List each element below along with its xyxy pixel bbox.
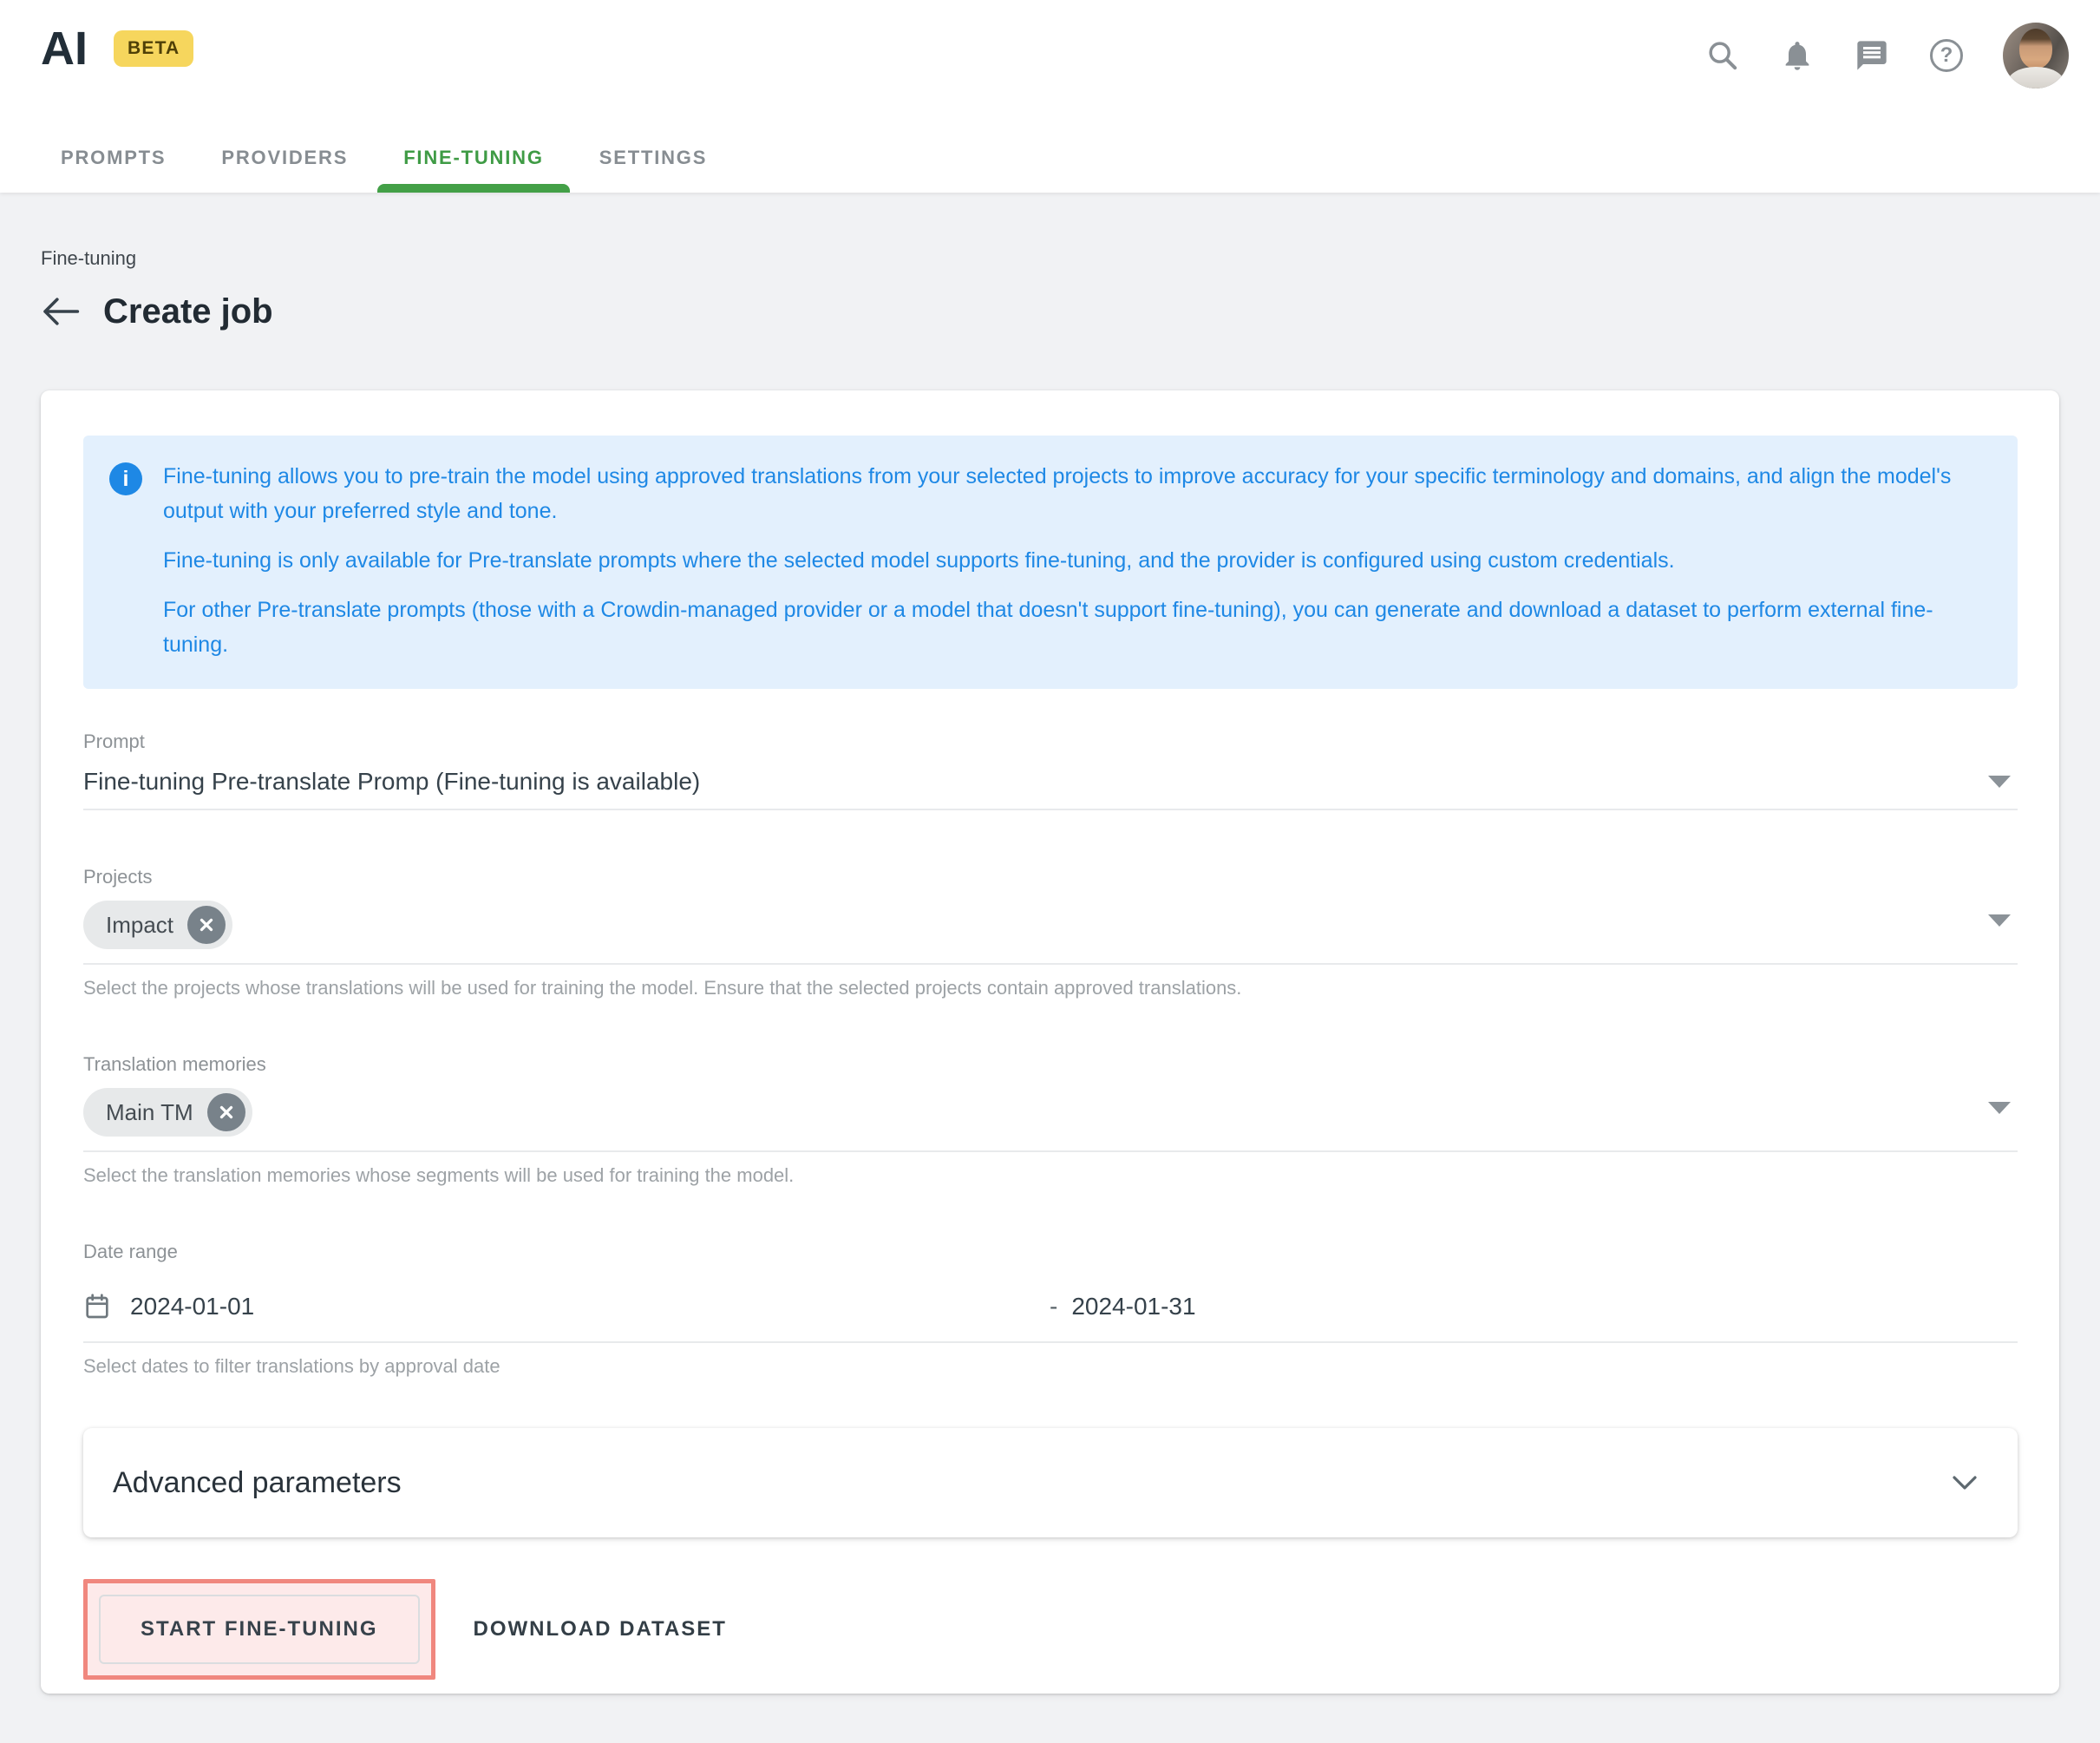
- search-icon[interactable]: [1704, 37, 1741, 74]
- annotation-highlight: START FINE-TUNING: [83, 1579, 435, 1680]
- date-range-label: Date range: [83, 1241, 2018, 1263]
- field-underline: [83, 963, 2018, 965]
- date-end-value: 2024-01-31: [1071, 1293, 1195, 1320]
- calendar-icon: [83, 1292, 111, 1321]
- tab-prompts[interactable]: PROMPTS: [61, 147, 166, 193]
- projects-helper: Select the projects whose translations w…: [83, 977, 2018, 999]
- create-job-card: i Fine-tuning allows you to pre-train th…: [41, 390, 2059, 1694]
- chevron-down-icon: [1952, 1475, 1978, 1491]
- translation-memories-helper: Select the translation memories whose se…: [83, 1164, 2018, 1187]
- help-circle: ?: [1930, 39, 1963, 72]
- projects-label: Projects: [83, 866, 2018, 888]
- start-fine-tuning-button[interactable]: START FINE-TUNING: [99, 1595, 420, 1664]
- translation-memories-label: Translation memories: [83, 1053, 2018, 1076]
- field-underline: [83, 1341, 2018, 1343]
- advanced-parameters-title: Advanced parameters: [113, 1466, 402, 1500]
- tm-chip-label: Main TM: [106, 1099, 193, 1126]
- prompt-select[interactable]: Fine-tuning Pre-translate Promp (Fine-tu…: [83, 767, 2018, 796]
- title-row: Create job: [41, 287, 2059, 336]
- app-header: AI BETA: [0, 0, 2100, 193]
- project-chip: Impact: [83, 901, 232, 949]
- advanced-parameters-panel[interactable]: Advanced parameters: [83, 1428, 2018, 1537]
- chevron-down-icon[interactable]: [1988, 1102, 2011, 1114]
- field-underline: [83, 809, 2018, 810]
- breadcrumb: Fine-tuning: [41, 247, 2059, 270]
- info-text: Fine-tuning allows you to pre-train the …: [163, 459, 1988, 662]
- date-separator: -: [1050, 1293, 1057, 1320]
- tab-providers[interactable]: PROVIDERS: [221, 147, 348, 193]
- tab-settings[interactable]: SETTINGS: [599, 147, 707, 193]
- help-glyph: ?: [1940, 45, 1953, 66]
- download-dataset-button[interactable]: DOWNLOAD DATASET: [465, 1600, 736, 1659]
- tab-fine-tuning[interactable]: FINE-TUNING: [403, 147, 544, 193]
- back-arrow-icon[interactable]: [41, 294, 81, 329]
- info-glyph: i: [123, 469, 129, 490]
- prompt-value: Fine-tuning Pre-translate Promp (Fine-tu…: [83, 768, 700, 795]
- page-title: Create job: [103, 292, 273, 331]
- avatar[interactable]: [2003, 23, 2069, 88]
- field-underline: [83, 1150, 2018, 1152]
- date-range-row: 2024-01-01 - 2024-01-31: [83, 1288, 2018, 1326]
- projects-select[interactable]: Impact: [83, 901, 2018, 949]
- actions-row: START FINE-TUNING DOWNLOAD DATASET: [83, 1579, 2018, 1680]
- project-chip-label: Impact: [106, 912, 173, 939]
- notifications-bell-icon[interactable]: [1779, 37, 1815, 74]
- info-icon: i: [109, 462, 142, 495]
- translation-memories-select[interactable]: Main TM: [83, 1088, 2018, 1137]
- messages-chat-icon[interactable]: [1854, 37, 1890, 74]
- tab-bar: PROMPTS PROVIDERS FINE-TUNING SETTINGS: [61, 147, 707, 193]
- chevron-down-icon[interactable]: [1988, 776, 2011, 788]
- help-icon[interactable]: ?: [1928, 37, 1965, 74]
- info-paragraph: Fine-tuning is only available for Pre-tr…: [163, 543, 1988, 578]
- date-range-helper: Select dates to filter translations by a…: [83, 1355, 2018, 1378]
- info-paragraph: Fine-tuning allows you to pre-train the …: [163, 459, 1988, 528]
- page: AI BETA: [0, 0, 2100, 1743]
- chip-close-icon[interactable]: [187, 906, 226, 944]
- app-logo: AI: [41, 23, 88, 75]
- header-icons: ?: [1704, 23, 2069, 88]
- date-start-input[interactable]: 2024-01-01: [83, 1292, 254, 1321]
- beta-badge: BETA: [114, 30, 193, 67]
- date-end-input[interactable]: - 2024-01-31: [1050, 1293, 1196, 1320]
- info-paragraph: For other Pre-translate prompts (those w…: [163, 593, 1988, 662]
- chevron-down-icon[interactable]: [1988, 914, 2011, 927]
- date-start-value: 2024-01-01: [130, 1293, 254, 1320]
- chip-close-icon[interactable]: [207, 1093, 245, 1131]
- prompt-label: Prompt: [83, 731, 2018, 753]
- tm-chip: Main TM: [83, 1088, 252, 1137]
- main-content: Fine-tuning Create job i Fine-tuning all…: [0, 247, 2100, 1694]
- info-box: i Fine-tuning allows you to pre-train th…: [83, 436, 2018, 689]
